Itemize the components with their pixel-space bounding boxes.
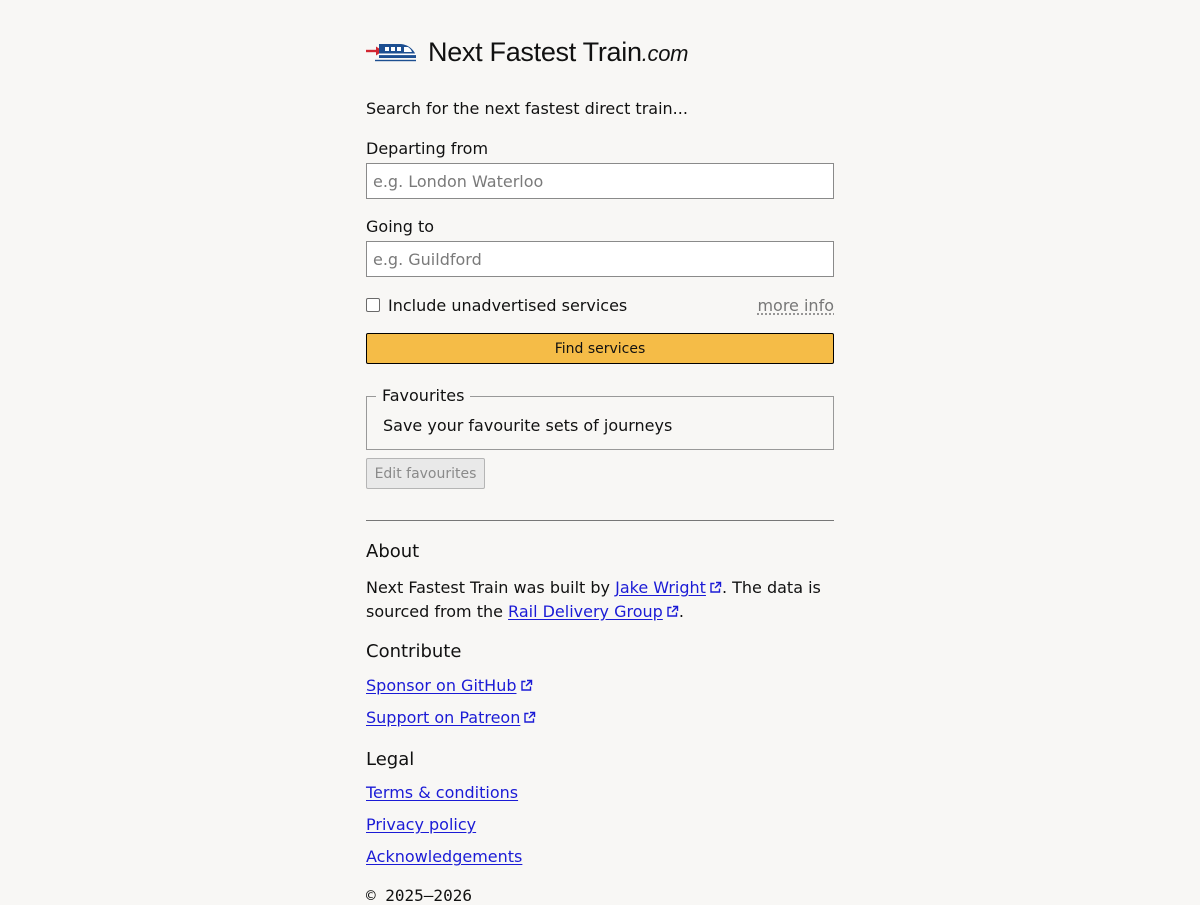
more-info-link[interactable]: more info bbox=[757, 296, 834, 315]
external-link-icon bbox=[520, 679, 533, 692]
external-link-icon bbox=[709, 581, 722, 594]
privacy-link[interactable]: Privacy policy bbox=[366, 815, 476, 834]
sponsor-github-label: Sponsor on GitHub bbox=[366, 676, 517, 695]
about-text-after: . bbox=[679, 602, 684, 621]
site-header[interactable]: Next Fastest Train.com bbox=[366, 36, 688, 68]
favourites-fieldset: Favourites Save your favourite sets of j… bbox=[366, 396, 834, 450]
departing-from-label: Departing from bbox=[366, 139, 488, 158]
going-to-label: Going to bbox=[366, 217, 434, 236]
site-name: Next Fastest Train.com bbox=[428, 37, 688, 68]
divider bbox=[366, 520, 834, 521]
site-name-main: Next Fastest Train bbox=[428, 37, 642, 67]
author-link[interactable]: Jake Wright bbox=[615, 578, 722, 597]
find-services-button[interactable]: Find services bbox=[366, 333, 834, 364]
favourites-text: Save your favourite sets of journeys bbox=[383, 416, 672, 435]
unadvertised-checkbox[interactable] bbox=[366, 298, 380, 312]
external-link-icon bbox=[666, 605, 679, 618]
about-text-before: Next Fastest Train was built by bbox=[366, 578, 615, 597]
author-link-label: Jake Wright bbox=[615, 578, 706, 597]
about-text: Next Fastest Train was built by Jake Wri… bbox=[366, 576, 834, 624]
support-patreon-label: Support on Patreon bbox=[366, 708, 520, 727]
source-link-label: Rail Delivery Group bbox=[508, 602, 663, 621]
unadvertised-label[interactable]: Include unadvertised services bbox=[388, 296, 627, 315]
search-intro: Search for the next fastest direct train… bbox=[366, 99, 688, 118]
acknowledgements-link[interactable]: Acknowledgements bbox=[366, 847, 522, 866]
site-name-tld: .com bbox=[642, 41, 688, 66]
sponsor-github-link[interactable]: Sponsor on GitHub bbox=[366, 676, 533, 695]
departing-from-input[interactable] bbox=[366, 163, 834, 199]
legal-heading: Legal bbox=[366, 749, 414, 770]
going-to-input[interactable] bbox=[366, 241, 834, 277]
train-logo-icon bbox=[366, 41, 416, 63]
terms-link[interactable]: Terms & conditions bbox=[366, 783, 518, 802]
about-heading: About bbox=[366, 541, 419, 562]
copyright: © 2025–2026 bbox=[366, 886, 472, 905]
unadvertised-row: Include unadvertised services more info bbox=[366, 295, 834, 315]
favourites-legend: Favourites bbox=[376, 386, 470, 405]
support-patreon-link[interactable]: Support on Patreon bbox=[366, 708, 536, 727]
contribute-heading: Contribute bbox=[366, 641, 461, 662]
source-link[interactable]: Rail Delivery Group bbox=[508, 602, 679, 621]
external-link-icon bbox=[523, 711, 536, 724]
edit-favourites-button[interactable]: Edit favourites bbox=[366, 458, 485, 489]
